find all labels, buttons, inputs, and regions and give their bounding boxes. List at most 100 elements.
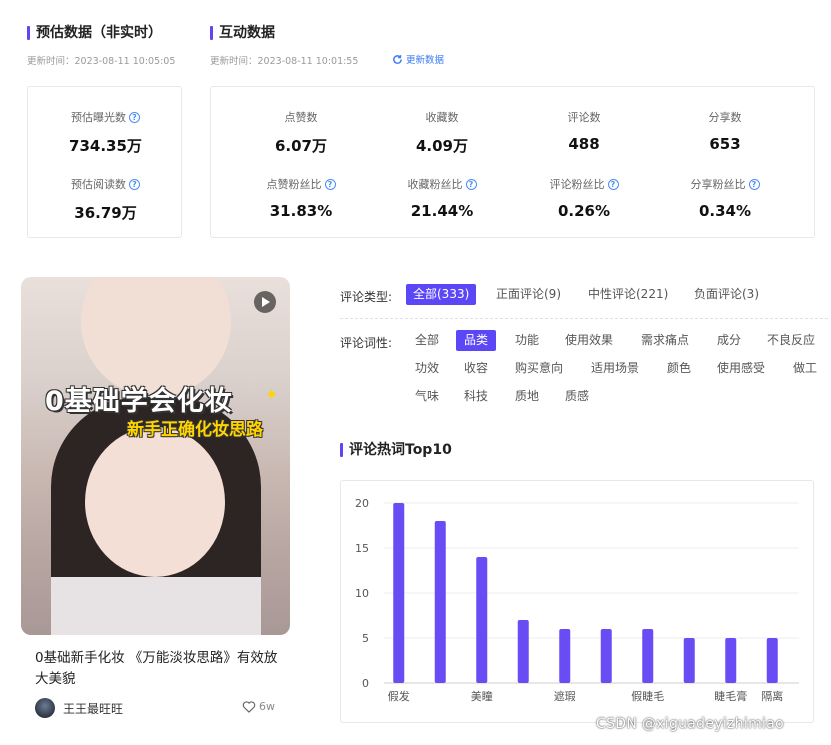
chart-bar bbox=[476, 557, 488, 683]
chart-card: 0 5 10 15 20 假发 美瞳 遮瑕 假睫毛 睫毛膏 隔离 bbox=[340, 480, 814, 723]
metric-comment-fan-ratio: 评论粉丝比? 0.26% bbox=[514, 176, 654, 220]
comment-pos-option[interactable]: 气味 bbox=[407, 386, 447, 407]
post-cover-image[interactable]: 0基础学会化妆 ✦ 新手正确化妆思路 bbox=[21, 277, 290, 635]
comment-pos-label: 评论词性: bbox=[340, 336, 393, 350]
chart-bar bbox=[725, 638, 737, 683]
y-tick-label: 0 bbox=[362, 677, 369, 690]
comment-pos-option[interactable]: 功效 bbox=[407, 358, 447, 379]
comment-pos-option[interactable]: 功能 bbox=[507, 330, 547, 351]
metric-value: 31.83% bbox=[269, 202, 333, 220]
chart-bar bbox=[559, 629, 571, 683]
y-tick-label: 15 bbox=[355, 542, 369, 555]
estimate-card: 预估曝光数? 734.35万 预估阅读数? 36.79万 bbox=[27, 86, 182, 238]
comment-pos-option[interactable]: 需求痛点 bbox=[633, 330, 697, 351]
metric-label: 收藏粉丝比 bbox=[407, 178, 463, 191]
cover-title-text: 0基础学会化妆 bbox=[45, 386, 233, 417]
chart-bar bbox=[393, 503, 405, 683]
help-icon[interactable]: ? bbox=[129, 111, 140, 123]
y-tick-label: 20 bbox=[355, 497, 369, 510]
chart-bar bbox=[766, 638, 778, 683]
comment-pos-option[interactable]: 使用感受 bbox=[709, 358, 773, 379]
comment-pos-option[interactable]: 做工 bbox=[785, 358, 825, 379]
comment-type-label: 评论类型: bbox=[340, 290, 393, 304]
help-icon[interactable]: ? bbox=[465, 178, 477, 190]
x-tick-label: 遮瑕 bbox=[554, 689, 576, 703]
metric-share-fan-ratio: 分享粉丝比? 0.34% bbox=[655, 176, 795, 220]
metric-label: 分享粉丝比 bbox=[690, 178, 746, 191]
chart-bar bbox=[642, 629, 654, 683]
interaction-update-time: 更新时间：2023-08-11 10:01:55 bbox=[210, 56, 359, 67]
chart-bar bbox=[434, 521, 446, 683]
comment-pos-option[interactable]: 品类 bbox=[456, 330, 497, 351]
metric-label: 收藏数 bbox=[425, 111, 459, 124]
cover-subtitle-text: 新手正确化妆思路 bbox=[127, 420, 263, 440]
metric-collects: 收藏数 4.09万 bbox=[372, 109, 512, 156]
comment-pos-option[interactable]: 适用场景 bbox=[583, 358, 647, 379]
metric-like-fan-ratio: 点赞粉丝比? 31.83% bbox=[231, 176, 371, 220]
interaction-card: 点赞数 6.07万 收藏数 4.09万 评论数 488 分享数 653 点赞粉丝… bbox=[210, 86, 815, 238]
chart-bar bbox=[683, 638, 695, 683]
cover-face-bottom bbox=[85, 427, 225, 577]
chart-bar bbox=[517, 620, 529, 683]
comment-pos-option[interactable]: 购买意向 bbox=[507, 358, 571, 379]
avatar[interactable] bbox=[35, 698, 55, 718]
metric-estimated-reads: 预估阅读数? 36.79万 bbox=[28, 176, 183, 223]
play-icon[interactable] bbox=[254, 291, 276, 313]
interaction-section-title: 互动数据 bbox=[210, 24, 275, 42]
help-icon[interactable]: ? bbox=[607, 178, 619, 190]
metric-value: 36.79万 bbox=[74, 204, 137, 222]
comment-pos-option[interactable]: 质地 bbox=[507, 386, 547, 407]
x-tick-label: 假发 bbox=[388, 689, 410, 703]
comment-type-option[interactable]: 中性评论(221) bbox=[581, 284, 675, 305]
sparkle-icon: ✦ bbox=[265, 385, 279, 404]
chart-title: 评论热词Top10 bbox=[340, 441, 452, 459]
comment-pos-option[interactable]: 全部 bbox=[407, 330, 447, 351]
comment-type-option[interactable]: 正面评论(9) bbox=[489, 284, 568, 305]
estimate-section-title: 预估数据（非实时） bbox=[27, 24, 162, 42]
x-tick-label: 隔离 bbox=[761, 689, 783, 703]
cover-shirt bbox=[51, 577, 261, 635]
metric-shares: 分享数 653 bbox=[655, 109, 795, 153]
comment-pos-option[interactable]: 成分 bbox=[709, 330, 749, 351]
likes-count: 6w bbox=[259, 700, 275, 713]
comment-pos-option[interactable]: 质感 bbox=[557, 386, 597, 407]
hot-words-bar-chart: 0 5 10 15 20 假发 美瞳 遮瑕 假睫毛 睫毛膏 隔离 bbox=[355, 497, 799, 703]
comment-pos-option[interactable]: 科技 bbox=[456, 386, 496, 407]
metric-value: 6.07万 bbox=[274, 137, 327, 155]
comment-pos-option[interactable]: 收容 bbox=[456, 358, 496, 379]
metric-label: 预估阅读数 bbox=[71, 178, 126, 191]
watermark: CSDN @xiguadeyizhimiao bbox=[596, 716, 784, 732]
author-name[interactable]: 王王最旺旺 bbox=[63, 700, 123, 717]
x-tick-label: 睫毛膏 bbox=[714, 689, 747, 703]
post-author[interactable]: 王王最旺旺 bbox=[35, 698, 123, 718]
metric-value: 4.09万 bbox=[415, 137, 468, 155]
help-icon[interactable]: ? bbox=[748, 178, 760, 190]
metric-value: 21.44% bbox=[410, 202, 474, 220]
comment-pos-option[interactable]: 颜色 bbox=[659, 358, 699, 379]
metric-label: 分享数 bbox=[708, 111, 742, 124]
metric-value: 0.26% bbox=[557, 202, 611, 220]
post-likes: 6w bbox=[242, 700, 275, 713]
comment-type-option[interactable]: 负面评论(3) bbox=[687, 284, 766, 305]
y-tick-label: 5 bbox=[362, 632, 369, 645]
help-icon[interactable]: ? bbox=[324, 178, 336, 190]
metric-label: 评论粉丝比 bbox=[549, 178, 605, 191]
help-icon[interactable]: ? bbox=[129, 178, 140, 190]
metric-estimated-exposure: 预估曝光数? 734.35万 bbox=[28, 109, 183, 156]
comment-pos-option[interactable]: 不良反应 bbox=[759, 330, 823, 351]
comment-pos-option[interactable]: 使用效果 bbox=[557, 330, 621, 351]
x-tick-label: 假睫毛 bbox=[631, 689, 664, 703]
estimate-update-time: 更新时间：2023-08-11 10:05:05 bbox=[27, 56, 176, 67]
y-tick-label: 10 bbox=[355, 587, 369, 600]
metric-value: 488 bbox=[568, 135, 600, 153]
refresh-icon bbox=[393, 54, 402, 64]
metric-label: 评论数 bbox=[567, 111, 601, 124]
metric-label: 预估曝光数 bbox=[71, 111, 126, 124]
refresh-data-button[interactable]: 更新数据 bbox=[392, 52, 444, 66]
x-tick-label: 美瞳 bbox=[471, 689, 493, 703]
heart-icon bbox=[242, 701, 256, 713]
metric-label: 点赞数 bbox=[284, 111, 318, 124]
post-title[interactable]: 0基础新手化妆 《万能淡妆思路》有效放大美貌 bbox=[35, 648, 285, 690]
comment-type-option[interactable]: 全部(333) bbox=[406, 284, 477, 305]
metric-comments: 评论数 488 bbox=[514, 109, 654, 153]
